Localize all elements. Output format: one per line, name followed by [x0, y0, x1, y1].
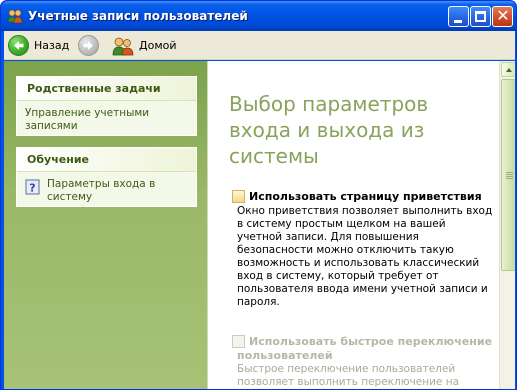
- maximize-button[interactable]: [470, 6, 491, 27]
- learn-heading: Обучение: [17, 148, 196, 172]
- forward-arrow-icon: [78, 35, 99, 56]
- content-area: Родственные задачи Управление учетными з…: [4, 61, 515, 389]
- grip-line: [506, 174, 513, 175]
- vertical-scrollbar[interactable]: [499, 61, 515, 389]
- welcome-screen-option: Использовать страницу приветствия Окно п…: [232, 190, 494, 309]
- forward-button[interactable]: [78, 34, 99, 57]
- minimize-icon: [454, 20, 462, 23]
- related-tasks-heading: Родственные задачи: [17, 77, 196, 101]
- welcome-screen-label[interactable]: Использовать страницу приветствия: [249, 190, 482, 203]
- home-label: Домой: [139, 39, 177, 52]
- toolbar: Назад Домой: [4, 31, 515, 60]
- welcome-screen-checkbox[interactable]: [232, 190, 245, 203]
- user-accounts-icon: [7, 9, 23, 24]
- logon-options-label: Параметры входа в систему: [47, 178, 156, 203]
- grip-line: [506, 178, 513, 179]
- close-icon: ✕: [496, 6, 510, 25]
- window: Учетные записи пользователей ✕ Назад Дом…: [0, 0, 517, 390]
- help-question-icon: ?: [25, 179, 40, 195]
- learn-body: ? Параметры входа в систему: [17, 172, 196, 212]
- fast-user-switching-checkbox[interactable]: [232, 335, 245, 348]
- welcome-screen-description: Окно приветствия позволяет выполнить вхо…: [237, 205, 493, 308]
- fast-user-switching-option: Использовать быстрое переключение пользо…: [232, 335, 494, 389]
- fast-user-switching-label-cont: пользователей: [237, 349, 333, 362]
- scroll-up-icon: [506, 68, 512, 72]
- related-tasks-panel: Родственные задачи Управление учетными з…: [16, 76, 197, 136]
- fast-user-switching-description: Быстрое переключение пользователей позво…: [237, 363, 460, 388]
- home-button[interactable]: Домой: [112, 34, 177, 57]
- scroll-thumb[interactable]: [501, 79, 515, 271]
- minimize-button[interactable]: [448, 6, 469, 27]
- manage-accounts-link[interactable]: Управление учетными записями: [25, 107, 188, 133]
- main-panel: Выбор параметров входа и выхода из систе…: [207, 61, 499, 389]
- task-pane: Родственные задачи Управление учетными з…: [4, 61, 207, 389]
- fast-user-switching-row[interactable]: Использовать быстрое переключение: [232, 335, 494, 348]
- logon-options-link[interactable]: ? Параметры входа в систему: [25, 178, 188, 204]
- grip-line: [506, 172, 513, 173]
- welcome-screen-row[interactable]: Использовать страницу приветствия: [232, 190, 494, 203]
- maximize-icon: [475, 11, 486, 22]
- back-arrow-icon: [8, 35, 29, 56]
- back-label: Назад: [34, 39, 70, 52]
- related-tasks-body: Управление учетными записями: [17, 101, 196, 141]
- grip-line: [506, 176, 513, 177]
- scroll-up-button[interactable]: [501, 62, 515, 77]
- fast-user-switching-label[interactable]: Использовать быстрое переключение: [249, 335, 492, 348]
- learn-panel: Обучение ? Параметры входа в систему: [16, 147, 197, 207]
- page-title: Выбор параметров входа и выхода из систе…: [229, 92, 429, 168]
- title-bar[interactable]: Учетные записи пользователей ✕: [1, 1, 516, 31]
- close-button[interactable]: ✕: [492, 6, 513, 27]
- home-users-icon: [112, 37, 134, 55]
- back-button[interactable]: Назад: [8, 34, 69, 57]
- svg-text:?: ?: [29, 182, 35, 195]
- window-title: Учетные записи пользователей: [28, 9, 248, 23]
